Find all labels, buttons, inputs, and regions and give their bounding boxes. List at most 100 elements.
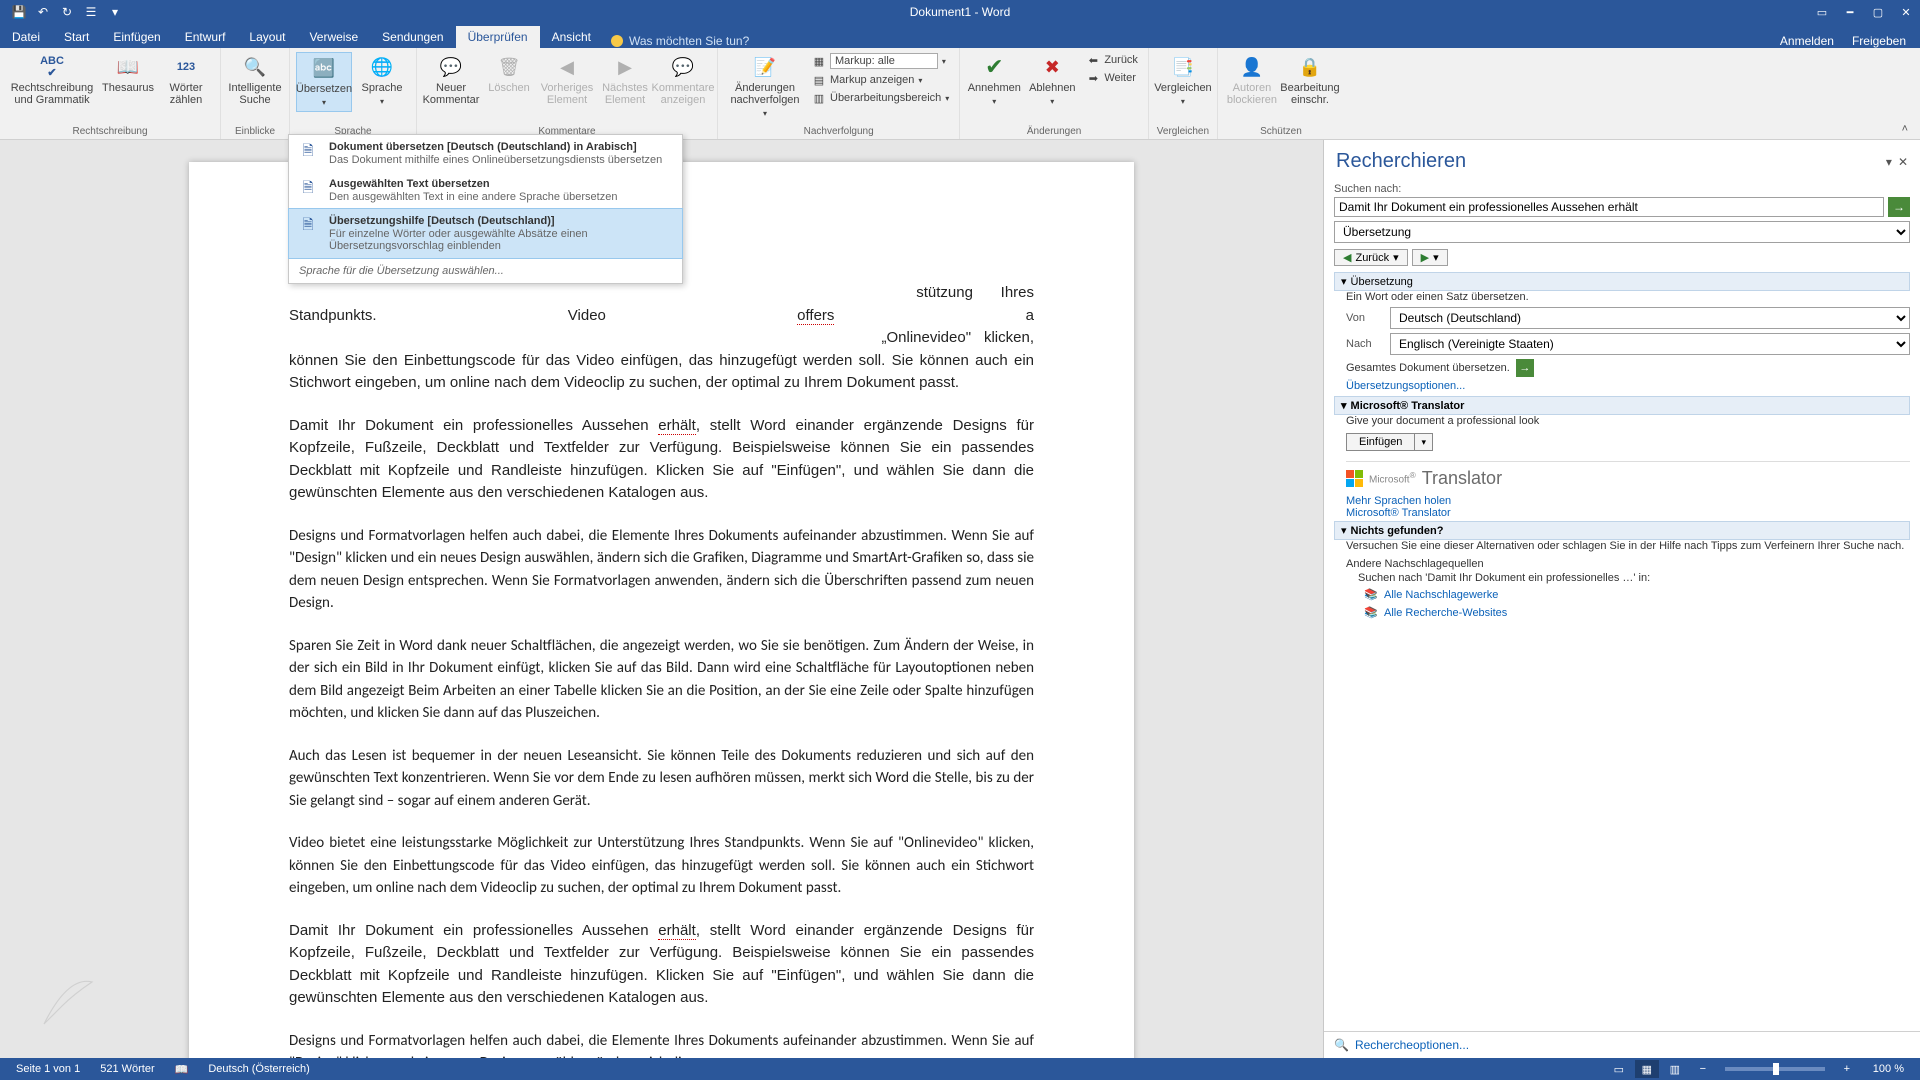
choose-translation-language-item[interactable]: Sprache für die Übersetzung auswählen...: [289, 258, 682, 283]
ms-translator-link[interactable]: Microsoft® Translator: [1346, 507, 1910, 519]
zoom-slider[interactable]: [1725, 1067, 1825, 1071]
share-button[interactable]: Freigeben: [1852, 34, 1906, 48]
paragraph[interactable]: Designs und Formatvorlagen helfen auch d…: [289, 1030, 1034, 1059]
status-spell-icon[interactable]: 📖: [165, 1063, 199, 1076]
tab-ueberpruefen[interactable]: Überprüfen: [456, 26, 540, 48]
hyperlink-underline[interactable]: offers: [797, 307, 834, 325]
paragraph[interactable]: Designs und Formatvorlagen helfen auch d…: [289, 525, 1034, 615]
status-language[interactable]: Deutsch (Österreich): [198, 1063, 319, 1075]
close-icon[interactable]: ✕: [1892, 0, 1920, 24]
translate-button[interactable]: 🔤 Übersetzen ▾: [296, 52, 352, 112]
translate-document-item[interactable]: 🗎 Dokument übersetzen [Deutsch (Deutschl…: [289, 135, 682, 172]
mini-translator-item[interactable]: 🗎 Übersetzungshilfe [Deutsch (Deutschlan…: [288, 208, 683, 259]
group-compare: 📑 Vergleichen ▾ Vergleichen: [1149, 48, 1218, 139]
tab-verweise[interactable]: Verweise: [297, 26, 370, 48]
pane-icon: ▥: [812, 91, 826, 105]
redo-icon[interactable]: ↻: [56, 2, 78, 22]
tab-entwurf[interactable]: Entwurf: [173, 26, 238, 48]
word-count-button[interactable]: 123 Wörter zählen: [158, 52, 214, 108]
more-languages-link[interactable]: Mehr Sprachen holen: [1346, 495, 1910, 507]
restrict-editing-button[interactable]: 🔒 Bearbeitung einschr.: [1282, 52, 1338, 108]
undo-icon[interactable]: ↶: [32, 2, 54, 22]
status-word-count[interactable]: 521 Wörter: [90, 1063, 164, 1075]
language-button[interactable]: 🌐 Sprache ▾: [354, 52, 410, 110]
spelling-button[interactable]: ABC✔ Rechtschreibung und Grammatik: [6, 52, 98, 108]
thesaurus-button[interactable]: 📖 Thesaurus: [100, 52, 156, 96]
reject-button[interactable]: ✖ Ablehnen ▾: [1024, 52, 1080, 110]
all-reference-books-link[interactable]: 📚Alle Nachschlagewerke: [1364, 588, 1910, 602]
new-comment-button[interactable]: 💬 Neuer Kommentar: [423, 52, 479, 108]
not-found-suggestion: Versuchen Sie eine dieser Alternativen o…: [1346, 540, 1910, 552]
tab-einfuegen[interactable]: Einfügen: [101, 26, 172, 48]
group-insights: 🔍 Intelligente Suche Einblicke: [221, 48, 290, 139]
ribbon-options-icon[interactable]: ▭: [1808, 0, 1836, 24]
research-forward-button[interactable]: ▶▾: [1412, 249, 1448, 266]
delete-comment-button: 🗑 Löschen: [481, 52, 537, 96]
markup-display-select[interactable]: ▦ Markup: alle ▾: [808, 52, 953, 70]
tab-ansicht[interactable]: Ansicht: [540, 26, 603, 48]
touch-mode-icon[interactable]: ☰: [80, 2, 102, 22]
research-back-button[interactable]: ◀Zurück▾: [1334, 249, 1408, 266]
document-page[interactable]: XXXXXXXXXXXXXXXXXXXXXXXXXXXXXXXXXXXXXXXX…: [189, 162, 1134, 1058]
view-print-layout[interactable]: ▦: [1635, 1060, 1659, 1078]
paragraph[interactable]: Damit Ihr Dokument ein professionelles A…: [289, 920, 1034, 1010]
insert-split-button[interactable]: ▾: [1415, 433, 1433, 451]
status-page[interactable]: Seite 1 von 1: [6, 1063, 90, 1075]
alt-sources-label: Andere Nachschlagequellen: [1346, 558, 1910, 570]
qat-customize-icon[interactable]: ▾: [104, 2, 126, 22]
translation-options-link[interactable]: Übersetzungsoptionen...: [1346, 380, 1910, 392]
change-next-button[interactable]: ➡Weiter: [1082, 70, 1142, 86]
smart-lookup-button[interactable]: 🔍 Intelligente Suche: [227, 52, 283, 108]
save-icon[interactable]: 💾: [8, 2, 30, 22]
paragraph[interactable]: Sparen Sie Zeit in Word dank neuer Schal…: [289, 635, 1034, 725]
compare-button[interactable]: 📑 Vergleichen ▾: [1155, 52, 1211, 110]
zoom-in-button[interactable]: +: [1835, 1060, 1859, 1078]
chevron-down-icon: ▾: [380, 96, 384, 108]
translate-selection-item[interactable]: 🗎 Ausgewählten Text übersetzen Den ausge…: [289, 172, 682, 209]
tab-start[interactable]: Start: [52, 26, 101, 48]
research-scope-select[interactable]: Übersetzung: [1334, 221, 1910, 243]
reviewing-pane-button[interactable]: ▥ Überarbeitungsbereich ▾: [808, 90, 953, 106]
sign-in-link[interactable]: Anmelden: [1780, 34, 1834, 48]
research-search-go-button[interactable]: →: [1888, 197, 1910, 217]
pane-options-icon[interactable]: ▾: [1886, 155, 1892, 169]
ms-translator-section-header[interactable]: ▾Microsoft® Translator: [1334, 396, 1910, 415]
tell-me-search[interactable]: Was möchten Sie tun?: [611, 34, 749, 48]
feather-watermark-icon: [38, 970, 98, 1030]
paragraph[interactable]: Auch das Lesen ist bequemer in der neuen…: [289, 745, 1034, 813]
maximize-icon[interactable]: ▢: [1864, 0, 1892, 24]
tab-layout[interactable]: Layout: [237, 26, 297, 48]
spell-underline[interactable]: erhält: [658, 922, 696, 940]
paragraph[interactable]: Damit Ihr Dokument ein professionelles A…: [289, 415, 1034, 505]
not-found-section-header[interactable]: ▾Nichts gefunden?: [1334, 521, 1910, 540]
accept-button[interactable]: ✔ Annehmen ▾: [966, 52, 1022, 110]
show-markup-button[interactable]: ▤ Markup anzeigen ▾: [808, 72, 953, 88]
arrow-right-icon: ➡: [1086, 71, 1100, 85]
tab-sendungen[interactable]: Sendungen: [370, 26, 455, 48]
paragraph[interactable]: Video bietet eine leistungsstarke Möglic…: [289, 832, 1034, 900]
translator-logo: Microsoft® Translator: [1346, 462, 1910, 495]
translate-full-doc-go-button[interactable]: →: [1516, 359, 1534, 377]
all-research-sites-link[interactable]: 📚Alle Recherche-Websites: [1364, 606, 1910, 620]
collapse-icon: ▾: [1341, 399, 1347, 412]
change-prev-button[interactable]: ⬅Zurück: [1082, 52, 1142, 68]
translation-section-header[interactable]: ▾Übersetzung: [1334, 272, 1910, 291]
from-language-select[interactable]: Deutsch (Deutschland): [1390, 307, 1910, 329]
minimize-icon[interactable]: ━: [1836, 0, 1864, 24]
zoom-level[interactable]: 100 %: [1863, 1063, 1914, 1075]
track-changes-button[interactable]: 📝 Änderungen nachverfolgen ▾: [724, 52, 806, 122]
to-language-select[interactable]: Englisch (Vereinigte Staaten): [1390, 333, 1910, 355]
collapse-ribbon-icon[interactable]: ˄: [1902, 123, 1908, 135]
tab-datei[interactable]: Datei: [0, 26, 52, 48]
research-options-link[interactable]: Rechercheoptionen...: [1355, 1038, 1469, 1052]
research-search-input[interactable]: [1334, 197, 1884, 217]
zoom-out-button[interactable]: −: [1691, 1060, 1715, 1078]
insert-translation-button[interactable]: Einfügen: [1346, 433, 1415, 451]
pane-close-icon[interactable]: ✕: [1898, 155, 1908, 169]
translation-hint: Ein Wort oder einen Satz übersetzen.: [1346, 291, 1910, 303]
view-read-mode[interactable]: ▭: [1607, 1060, 1631, 1078]
paragraph[interactable]: XXXXXXXXXXXXXXXXXXXXXXXXXXXXXXXXXXXXXXXX…: [289, 282, 1034, 395]
view-web-layout[interactable]: ▥: [1663, 1060, 1687, 1078]
spell-underline[interactable]: erhält: [658, 417, 696, 435]
block-authors-button: 👤 Autoren blockieren: [1224, 52, 1280, 108]
